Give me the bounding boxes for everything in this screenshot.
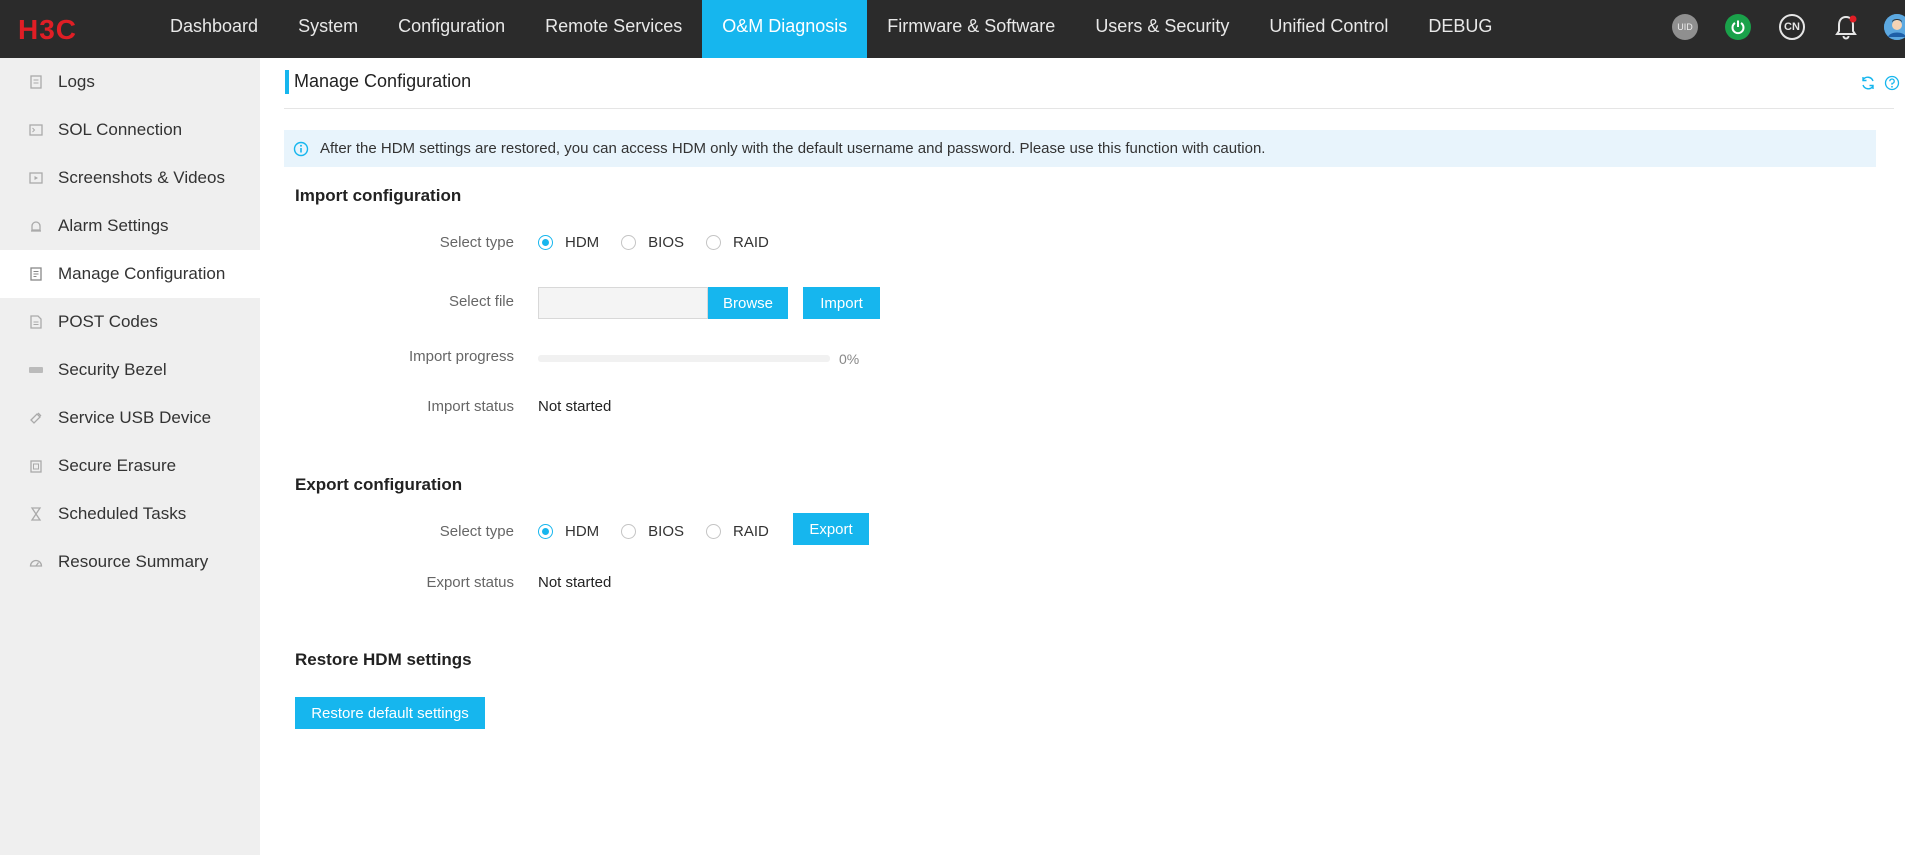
radio-unchecked-icon[interactable] <box>621 524 637 539</box>
h3c-logo[interactable]: H3C <box>18 14 112 44</box>
radio-label: HDM <box>565 234 600 251</box>
export-button[interactable]: Export <box>793 513 869 545</box>
terminal-icon <box>29 124 43 136</box>
file-path-field[interactable] <box>538 287 708 319</box>
logo-text: H3C <box>18 14 77 44</box>
video-icon <box>29 172 43 184</box>
nav-system[interactable]: System <box>278 0 378 58</box>
export-radio-hdm[interactable]: HDM <box>538 523 599 540</box>
import-status-value: Not started <box>538 398 612 415</box>
radio-checked-icon[interactable] <box>538 524 553 539</box>
nav-debug[interactable]: DEBUG <box>1408 0 1512 58</box>
radio-label: HDM <box>565 523 600 540</box>
select-file-label: Select file <box>448 293 514 310</box>
import-radio-raid[interactable]: RAID <box>706 234 769 251</box>
radio-label: BIOS <box>648 523 685 540</box>
sidebar-item-label: Scheduled Tasks <box>58 504 187 523</box>
sidebar-item-label: Secure Erasure <box>58 456 177 475</box>
sidebar-item-label: Alarm Settings <box>58 216 169 235</box>
sidebar-item-label: Service USB Device <box>58 408 212 427</box>
nav-remote-services[interactable]: Remote Services <box>525 0 702 58</box>
nav-dashboard[interactable]: Dashboard <box>150 0 278 58</box>
header-divider <box>284 108 1894 109</box>
sidebar-item-sol-connection[interactable]: SOL Connection <box>0 106 260 154</box>
sidebar-item-scheduled-tasks[interactable]: Scheduled Tasks <box>0 490 260 538</box>
import-progress-bar <box>538 355 830 362</box>
nav-configuration[interactable]: Configuration <box>378 0 525 58</box>
export-radio-raid[interactable]: RAID <box>706 523 769 540</box>
radio-checked-icon[interactable] <box>538 235 553 250</box>
gauge-icon <box>29 559 43 567</box>
restore-default-settings-button[interactable]: Restore default settings <box>295 697 485 729</box>
export-type-radio-group: HDM BIOS RAID <box>538 523 791 540</box>
sidebar: Logs SOL Connection Screenshots & Videos… <box>0 58 260 855</box>
browse-button[interactable]: Browse <box>708 287 788 319</box>
export-status-label: Export status <box>426 574 514 591</box>
sidebar-item-logs[interactable]: Logs <box>0 58 260 106</box>
erase-icon <box>30 460 42 473</box>
bell-icon[interactable] <box>1833 14 1859 40</box>
page-title: Manage Configuration <box>294 71 472 91</box>
import-status-label: Import status <box>427 398 514 415</box>
sidebar-item-label: Security Bezel <box>58 360 167 379</box>
sidebar-item-secure-erasure[interactable]: Secure Erasure <box>0 442 260 490</box>
user-avatar-icon[interactable] <box>1884 14 1905 40</box>
top-navigation-bar: H3C Dashboard System Configuration Remot… <box>0 0 1905 58</box>
sidebar-item-label: Resource Summary <box>58 552 209 571</box>
help-icon[interactable] <box>1884 75 1900 91</box>
sidebar-item-label: Screenshots & Videos <box>58 168 225 187</box>
import-radio-hdm[interactable]: HDM <box>538 234 599 251</box>
sidebar-item-alarm-settings[interactable]: Alarm Settings <box>0 202 260 250</box>
nav-om-diagnosis[interactable]: O&M Diagnosis <box>702 0 868 58</box>
import-button[interactable]: Import <box>803 287 880 319</box>
sidebar-item-screenshots-videos[interactable]: Screenshots & Videos <box>0 154 260 202</box>
sidebar-item-service-usb-device[interactable]: Service USB Device <box>0 394 260 442</box>
export-radio-bios[interactable]: BIOS <box>621 523 684 540</box>
nav-firmware-software[interactable]: Firmware & Software <box>867 0 1075 58</box>
refresh-icon[interactable] <box>1860 75 1876 91</box>
import-select-type-label: Select type <box>439 234 514 251</box>
radio-label: BIOS <box>648 234 685 251</box>
radio-unchecked-icon[interactable] <box>706 235 722 250</box>
radio-unchecked-icon[interactable] <box>621 235 637 250</box>
language-icon[interactable]: CN <box>1779 14 1805 40</box>
import-type-radio-group: HDM BIOS RAID <box>538 234 791 251</box>
sidebar-item-post-codes[interactable]: POST Codes <box>0 298 260 346</box>
restore-section-title: Restore HDM settings <box>295 650 472 669</box>
nav-users-security[interactable]: Users & Security <box>1075 0 1249 58</box>
bezel-icon <box>29 367 43 373</box>
sidebar-item-resource-summary[interactable]: Resource Summary <box>0 538 260 586</box>
radio-label: RAID <box>733 523 769 540</box>
alarm-icon <box>31 221 41 232</box>
sidebar-item-label: SOL Connection <box>58 120 183 139</box>
usb-icon <box>30 412 42 424</box>
sidebar-item-security-bezel[interactable]: Security Bezel <box>0 346 260 394</box>
main-nav: Dashboard System Configuration Remote Se… <box>150 0 1512 58</box>
import-section-title: Import configuration <box>295 186 462 205</box>
export-status-value: Not started <box>538 574 612 591</box>
hourglass-icon <box>30 507 42 521</box>
power-icon[interactable] <box>1725 14 1751 40</box>
radio-label: RAID <box>733 234 769 251</box>
radio-unchecked-icon[interactable] <box>706 524 722 539</box>
import-progress-text: 0% <box>839 351 860 367</box>
info-icon <box>293 141 309 157</box>
document-icon <box>30 75 42 89</box>
sidebar-item-label: POST Codes <box>58 312 158 331</box>
sidebar-item-manage-configuration[interactable]: Manage Configuration <box>0 250 260 298</box>
code-file-icon <box>30 315 42 329</box>
export-select-type-label: Select type <box>439 523 514 540</box>
export-section-title: Export configuration <box>295 475 463 494</box>
main-content: Manage Configuration After the HDM setti… <box>260 58 1905 853</box>
uid-icon[interactable]: UID <box>1672 14 1698 40</box>
warning-notice: After the HDM settings are restored, you… <box>284 130 1876 167</box>
config-file-icon <box>30 267 42 281</box>
notice-text: After the HDM settings are restored, you… <box>320 140 1266 157</box>
nav-unified-control[interactable]: Unified Control <box>1249 0 1408 58</box>
import-progress-label: Import progress <box>408 348 514 365</box>
title-accent-bar <box>285 70 289 94</box>
import-radio-bios[interactable]: BIOS <box>621 234 684 251</box>
sidebar-item-label: Logs <box>58 72 95 91</box>
sidebar-item-label: Manage Configuration <box>58 264 226 283</box>
